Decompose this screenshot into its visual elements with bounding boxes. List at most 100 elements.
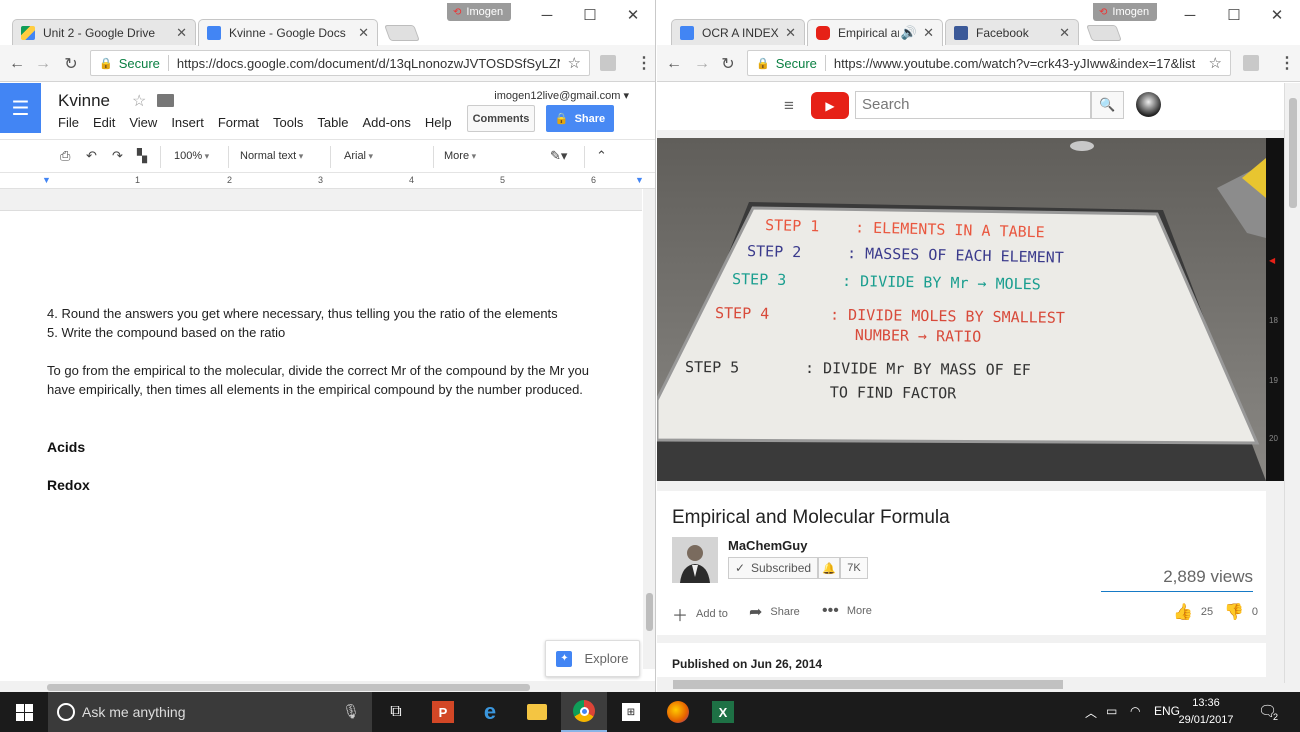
menu-help[interactable]: Help <box>425 115 452 130</box>
microphone-icon[interactable]: 🎙 <box>342 703 360 720</box>
notification-bell-icon[interactable]: 🔔 <box>818 557 840 579</box>
collapse-menus-icon[interactable]: ⌃ <box>596 148 607 164</box>
taskbar-chrome[interactable] <box>561 692 607 732</box>
explore-button[interactable]: ✦ Explore <box>545 640 640 677</box>
address-bar[interactable]: 🔒 Secure https://docs.google.com/documen… <box>90 50 590 76</box>
search-icon[interactable]: 🔍 <box>1091 91 1124 119</box>
move-to-folder-icon[interactable] <box>157 94 174 107</box>
profile-badge[interactable]: ⟲ Imogen <box>1093 3 1158 21</box>
maximize-button[interactable]: ☐ <box>1211 2 1257 28</box>
extension-icon[interactable] <box>1243 55 1259 71</box>
scrollbar-thumb[interactable] <box>1289 98 1297 208</box>
like-button[interactable]: 👍 25 <box>1173 602 1213 622</box>
menu-format[interactable]: Format <box>218 115 259 130</box>
share-button[interactable]: 🔒 Share <box>546 105 614 132</box>
paint-format-icon[interactable]: ▚ <box>137 148 147 164</box>
left-indent-marker-icon[interactable]: ▼ <box>42 175 51 185</box>
add-to-button[interactable]: ＋ Add to <box>672 602 728 626</box>
menu-view[interactable]: View <box>129 115 157 130</box>
cortana-search-box[interactable]: Ask me anything 🎙 <box>48 692 372 732</box>
menu-tools[interactable]: Tools <box>273 115 303 130</box>
undo-icon[interactable]: ↶ <box>86 148 97 164</box>
channel-name[interactable]: MaChemGuy <box>728 538 807 553</box>
print-icon[interactable]: ⎙ <box>60 148 70 164</box>
minimize-button[interactable]: ─ <box>1167 2 1213 28</box>
taskbar-powerpoint[interactable]: P <box>420 692 466 732</box>
youtube-logo-icon[interactable]: ▶ <box>811 92 849 119</box>
forward-button[interactable]: → <box>691 53 713 75</box>
tab-ocr-index[interactable]: OCR A INDEX - ✕ <box>671 19 805 45</box>
video-player[interactable]: STEP 1 : ELEMENTS IN A TABLE STEP 2 : MA… <box>657 138 1266 481</box>
taskbar-edge[interactable]: e <box>467 692 513 732</box>
guide-menu-icon[interactable]: ≡ <box>784 96 794 116</box>
back-button[interactable]: ← <box>663 53 685 75</box>
start-button[interactable] <box>0 692 48 732</box>
share-video-button[interactable]: ➦ Share <box>749 602 800 622</box>
comments-button[interactable]: Comments <box>467 105 535 132</box>
extension-icon[interactable] <box>600 55 616 71</box>
maximize-button[interactable]: ☐ <box>567 2 613 28</box>
close-window-button[interactable]: ✕ <box>1254 2 1300 28</box>
bookmark-star-icon[interactable]: ☆ <box>568 54 581 72</box>
document-title[interactable]: Kvinne <box>58 91 110 111</box>
tab-youtube-video[interactable]: Empirical and 🔊 ✕ <box>807 19 943 46</box>
account-email[interactable]: imogen12live@gmail.com ▾ <box>494 89 629 102</box>
scrollbar-thumb[interactable] <box>646 593 653 631</box>
taskbar-excel[interactable]: X <box>700 692 746 732</box>
system-clock[interactable]: 13:36 29/01/2017 <box>1178 695 1234 729</box>
editing-mode-pencil-icon[interactable]: ✎▾ <box>550 148 567 164</box>
profile-badge[interactable]: ⟲ Imogen <box>447 3 512 21</box>
new-tab-button[interactable] <box>384 25 420 41</box>
close-tab-icon[interactable]: ✕ <box>785 25 796 41</box>
more-select[interactable]: More <box>444 150 476 162</box>
star-document-icon[interactable]: ☆ <box>132 91 146 111</box>
style-select[interactable]: Normal text <box>240 150 303 162</box>
input-language[interactable]: ENG <box>1154 704 1180 718</box>
browser-menu-icon[interactable]: ⋮ <box>1279 53 1295 73</box>
task-view-button[interactable]: ⧉ <box>373 692 419 732</box>
taskbar-store[interactable]: ⊞ <box>608 692 654 732</box>
subscribed-button[interactable]: ✓ Subscribed <box>728 557 818 579</box>
more-actions-button[interactable]: ••• More <box>822 602 872 620</box>
reload-button[interactable]: ↻ <box>717 53 739 75</box>
font-select[interactable]: Arial <box>344 150 422 162</box>
reload-button[interactable]: ↻ <box>60 53 82 75</box>
wifi-icon[interactable]: ◠ <box>1130 704 1140 718</box>
minimize-button[interactable]: ─ <box>524 2 570 28</box>
scrollbar-thumb[interactable] <box>673 680 1063 689</box>
browser-menu-icon[interactable]: ⋮ <box>636 53 652 73</box>
dislike-button[interactable]: 👎 0 <box>1224 602 1258 622</box>
tab-google-docs[interactable]: Kvinne - Google Docs ✕ <box>198 19 378 46</box>
tab-google-drive[interactable]: Unit 2 - Google Drive ✕ <box>12 19 196 45</box>
horizontal-scrollbar[interactable] <box>657 677 1284 692</box>
menu-add-ons[interactable]: Add-ons <box>362 115 410 130</box>
channel-avatar[interactable] <box>672 537 718 583</box>
zoom-select[interactable]: 100% <box>174 150 209 162</box>
close-tab-icon[interactable]: ✕ <box>358 25 369 41</box>
close-tab-icon[interactable]: ✕ <box>176 25 187 41</box>
menu-edit[interactable]: Edit <box>93 115 115 130</box>
tab-facebook[interactable]: Facebook ✕ <box>945 19 1079 45</box>
taskbar-firefox[interactable] <box>655 692 701 732</box>
taskbar-file-explorer[interactable] <box>514 692 560 732</box>
back-button[interactable]: ← <box>6 53 28 75</box>
menu-table[interactable]: Table <box>317 115 348 130</box>
redo-icon[interactable]: ↷ <box>112 148 123 164</box>
bookmark-star-icon[interactable]: ☆ <box>1209 54 1222 72</box>
audio-playing-icon[interactable]: 🔊 <box>901 25 917 41</box>
scrollbar-thumb[interactable] <box>47 684 530 691</box>
avatar[interactable] <box>1136 92 1161 117</box>
new-tab-button[interactable] <box>1086 25 1122 41</box>
forward-button[interactable]: → <box>32 53 54 75</box>
address-bar[interactable]: 🔒 Secure https://www.youtube.com/watch?v… <box>747 50 1231 76</box>
close-tab-icon[interactable]: ✕ <box>1059 25 1070 41</box>
show-hidden-icons-chevron-icon[interactable]: ︿ <box>1085 704 1097 721</box>
document-page[interactable]: 4. Round the answers you get where neces… <box>0 211 642 681</box>
battery-icon[interactable]: ▭ <box>1106 704 1117 718</box>
right-indent-marker-icon[interactable]: ▼ <box>635 175 644 185</box>
close-tab-icon[interactable]: ✕ <box>923 25 934 41</box>
vertical-scrollbar[interactable] <box>1284 83 1300 683</box>
menu-file[interactable]: File <box>58 115 79 130</box>
menu-insert[interactable]: Insert <box>171 115 204 130</box>
close-window-button[interactable]: ✕ <box>610 2 655 28</box>
